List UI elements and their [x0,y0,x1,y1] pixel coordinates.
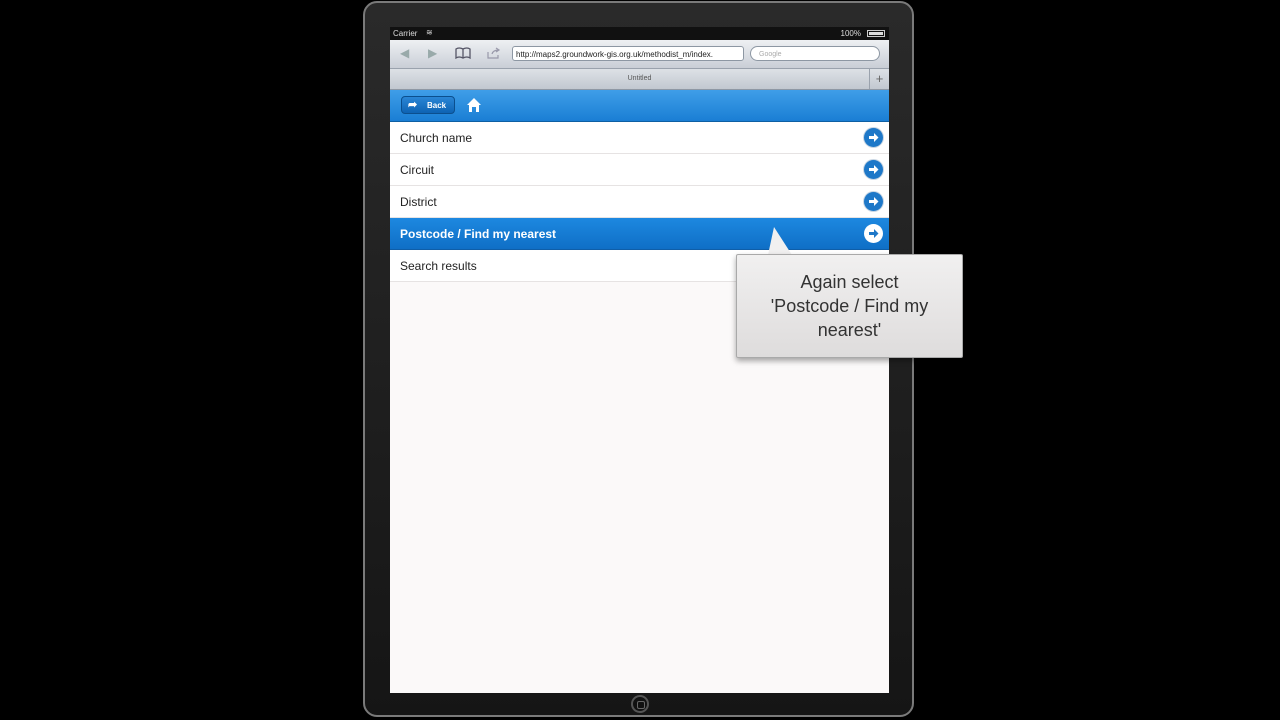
new-tab-button[interactable]: + [869,69,889,89]
instruction-callout: Again select 'Postcode / Find my nearest… [736,254,963,358]
arrow-right-icon [864,224,883,243]
app-header: ➦ Back [390,90,889,122]
url-field[interactable]: http://maps2.groundwork-gis.org.uk/metho… [512,46,744,61]
list-item-circuit[interactable]: Circuit [390,154,889,186]
list-item-district[interactable]: District [390,186,889,218]
bookmarks-icon[interactable] [455,47,471,59]
battery-percent: 100% [840,29,861,38]
callout-line-3: nearest' [817,320,882,340]
share-icon[interactable] [487,47,501,59]
list-item-label: Circuit [400,163,435,177]
screen: Carrier ≋ 100% ◀ ▶ http://maps2.groundwo… [390,27,889,693]
callout-tail [768,227,792,255]
browser-toolbar: ◀ ▶ http://maps2.groundwork-gis.org.uk/m… [390,40,889,69]
list-item-label: Search results [400,259,477,273]
carrier-label: Carrier [393,29,418,38]
callout-line-2: 'Postcode / Find my [770,296,929,316]
list-item-label: Church name [400,131,473,145]
battery-icon [867,30,885,37]
arrow-right-icon [864,160,883,179]
search-field[interactable]: Google [750,46,880,61]
home-icon[interactable] [466,97,482,113]
back-arrow-icon[interactable]: ◀ [400,46,409,60]
home-hardware-button[interactable] [631,695,649,713]
back-arrow-icon: ➦ [408,99,418,111]
back-button-label: Back [427,101,447,110]
arrow-right-icon [864,128,883,147]
tab-title[interactable]: Untitled [390,75,889,82]
tab-bar: Untitled + [390,69,889,90]
callout-line-1: Again select [800,272,899,292]
wifi-icon: ≋ [426,28,433,37]
list-item-label: District [400,195,437,209]
back-button[interactable]: ➦ Back [401,96,455,114]
arrow-right-icon [864,192,883,211]
list-item-church-name[interactable]: Church name [390,122,889,154]
list-item-postcode[interactable]: Postcode / Find my nearest [390,218,889,250]
status-bar: Carrier ≋ 100% [390,27,889,40]
forward-arrow-icon[interactable]: ▶ [428,46,437,60]
list-item-label: Postcode / Find my nearest [400,227,557,241]
